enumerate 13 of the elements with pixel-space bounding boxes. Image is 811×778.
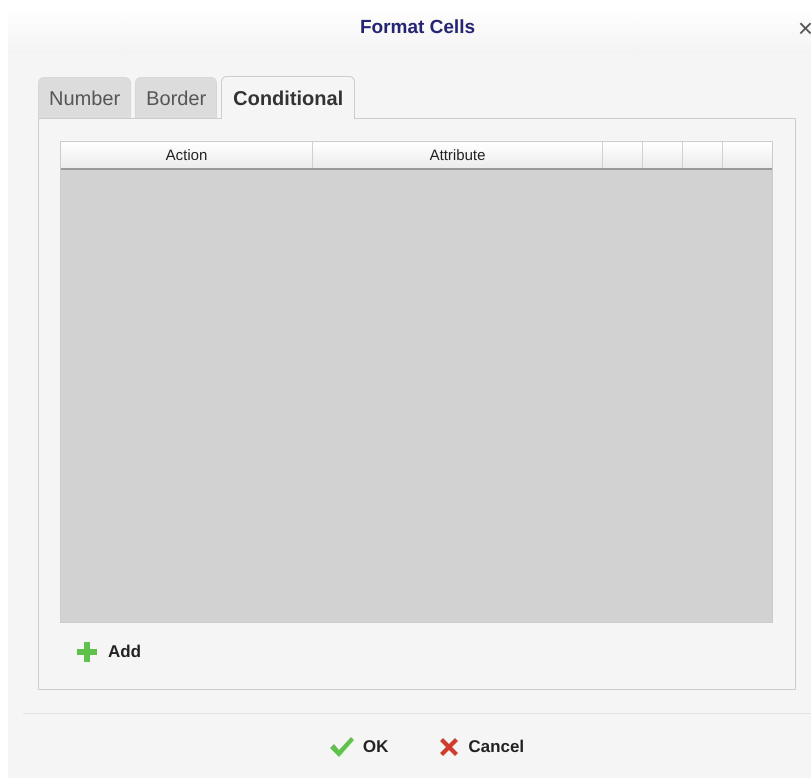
close-button[interactable]: ×: [794, 14, 811, 42]
tab[interactable]: Conditional: [221, 76, 356, 119]
check-icon: [328, 736, 355, 758]
add-button[interactable]: Add: [74, 639, 144, 665]
ok-button[interactable]: OK: [326, 734, 390, 760]
cancel-button[interactable]: Cancel: [436, 734, 526, 760]
tab[interactable]: Border: [135, 77, 218, 118]
close-icon: [438, 736, 460, 758]
column-header[interactable]: Attribute: [313, 142, 603, 168]
tab[interactable]: Number: [38, 77, 132, 118]
dialog-title: Format Cells: [360, 17, 476, 39]
column-header[interactable]: Action: [61, 142, 313, 168]
plus-icon: [76, 641, 98, 663]
